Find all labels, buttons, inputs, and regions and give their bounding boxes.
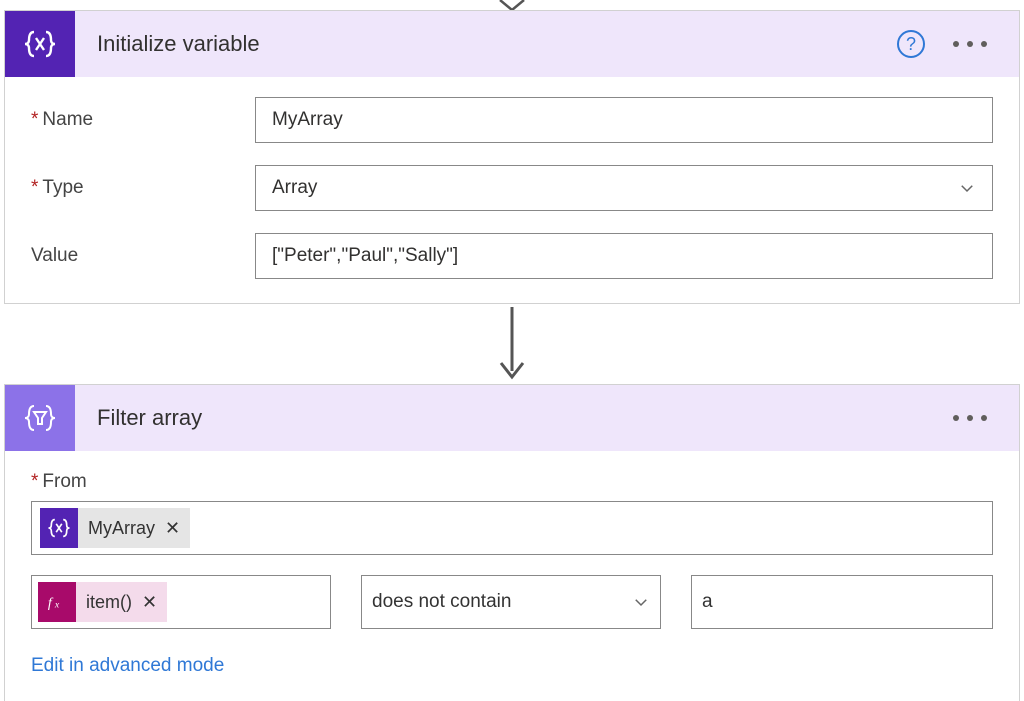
card-body: *Name *Type Array Value [5, 77, 1019, 303]
filter-array-card: Filter array *From MyArray ✕ [4, 384, 1020, 701]
condition-left-input[interactable]: f x item() ✕ [31, 575, 331, 629]
connector-top-stub [0, 0, 1024, 10]
initialize-variable-card: Initialize variable ? *Name *Type Array [4, 10, 1020, 304]
from-label: *From [31, 471, 993, 493]
type-select[interactable]: Array [255, 165, 993, 211]
svg-text:f: f [48, 596, 54, 611]
form-row-value: Value [31, 233, 993, 279]
type-label: *Type [31, 177, 255, 199]
card-header-actions: ? [897, 30, 1019, 58]
value-input[interactable] [255, 233, 993, 279]
name-input[interactable] [255, 97, 993, 143]
card-header[interactable]: Initialize variable ? [5, 11, 1019, 77]
name-label: *Name [31, 109, 255, 131]
variable-icon [5, 11, 75, 77]
card-body: *From MyArray ✕ [5, 451, 1019, 701]
chevron-down-icon [632, 593, 650, 611]
expression-token-label: item() ✕ [76, 582, 167, 622]
svg-text:x: x [54, 600, 60, 611]
variable-token-icon [40, 508, 78, 548]
condition-operator-select[interactable]: does not contain [361, 575, 661, 629]
card-title: Initialize variable [75, 31, 897, 57]
operator-value: does not contain [372, 591, 511, 613]
arrow-tip-icon [499, 0, 525, 10]
form-row-name: *Name [31, 97, 993, 143]
help-icon[interactable]: ? [897, 30, 925, 58]
variable-token-label: MyArray ✕ [78, 508, 190, 548]
connector-arrow [0, 304, 1024, 384]
arrow-down-icon [497, 307, 527, 381]
expression-token[interactable]: f x item() ✕ [38, 582, 167, 622]
from-input[interactable]: MyArray ✕ [31, 501, 993, 555]
chevron-down-icon [958, 179, 976, 197]
card-title: Filter array [75, 405, 949, 431]
condition-right-input[interactable]: a [691, 575, 993, 629]
value-label: Value [31, 245, 255, 267]
remove-token-icon[interactable]: ✕ [142, 592, 157, 613]
filter-icon [5, 385, 75, 451]
form-row-type: *Type Array [31, 165, 993, 211]
type-selected-value: Array [272, 177, 317, 199]
fx-icon: f x [38, 582, 76, 622]
variable-token[interactable]: MyArray ✕ [40, 508, 190, 548]
card-header[interactable]: Filter array [5, 385, 1019, 451]
card-header-actions [949, 411, 1019, 425]
remove-token-icon[interactable]: ✕ [165, 518, 180, 539]
filter-condition-row: f x item() ✕ does not contain a [31, 575, 993, 629]
ellipsis-icon[interactable] [949, 37, 991, 51]
ellipsis-icon[interactable] [949, 411, 991, 425]
